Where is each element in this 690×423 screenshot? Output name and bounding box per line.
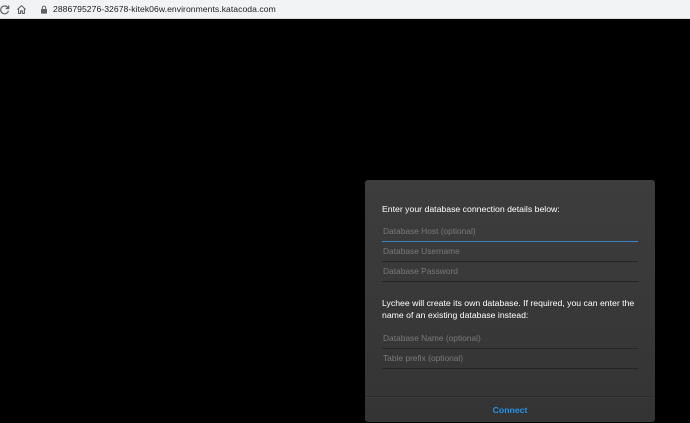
reload-button[interactable] [0, 0, 12, 18]
database-password-field [382, 261, 638, 282]
lock-icon[interactable] [40, 5, 48, 14]
home-button[interactable] [13, 0, 29, 18]
database-username-field [382, 241, 638, 262]
dialog-footer: Connect [365, 396, 655, 422]
reload-icon [0, 4, 10, 15]
database-name-input[interactable] [382, 328, 638, 348]
database-name-instructions: Lychee will create its own database. If … [382, 298, 635, 320]
table-prefix-field [382, 348, 638, 369]
database-host-field [382, 221, 638, 242]
database-username-input[interactable] [382, 241, 638, 261]
table-prefix-input[interactable] [382, 348, 638, 368]
url-text[interactable]: 2886795276-32678-kitek06w.environments.k… [53, 4, 276, 14]
browser-toolbar: 2886795276-32678-kitek06w.environments.k… [0, 0, 690, 19]
database-password-input[interactable] [382, 261, 638, 281]
connect-button[interactable]: Connect [493, 405, 528, 415]
home-icon [16, 4, 27, 15]
connection-instructions: Enter your database connection details b… [382, 204, 560, 214]
database-host-input[interactable] [382, 221, 638, 241]
database-name-field [382, 328, 638, 349]
database-setup-dialog: Enter your database connection details b… [365, 180, 655, 422]
address-bar[interactable]: 2886795276-32678-kitek06w.environments.k… [32, 0, 690, 18]
